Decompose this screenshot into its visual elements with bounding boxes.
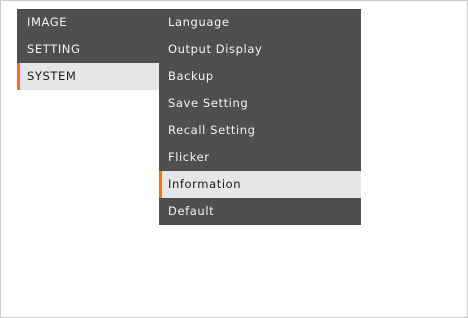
screen-frame: IMAGE SETTING SYSTEM Language Output Dis… xyxy=(0,0,468,318)
sub-menu-item-default[interactable]: Default xyxy=(159,198,361,225)
sub-menu: Language Output Display Backup Save Sett… xyxy=(159,9,361,225)
main-menu-item-image[interactable]: IMAGE xyxy=(17,9,159,36)
sub-menu-item-backup[interactable]: Backup xyxy=(159,63,361,90)
sub-menu-item-flicker[interactable]: Flicker xyxy=(159,144,361,171)
sub-menu-item-output-display[interactable]: Output Display xyxy=(159,36,361,63)
sub-menu-item-language[interactable]: Language xyxy=(159,9,361,36)
main-menu-item-system[interactable]: SYSTEM xyxy=(17,63,159,90)
main-menu: IMAGE SETTING SYSTEM xyxy=(17,9,159,90)
sub-menu-item-information[interactable]: Information xyxy=(159,171,361,198)
main-menu-item-setting[interactable]: SETTING xyxy=(17,36,159,63)
sub-menu-item-recall-setting[interactable]: Recall Setting xyxy=(159,117,361,144)
sub-menu-item-save-setting[interactable]: Save Setting xyxy=(159,90,361,117)
